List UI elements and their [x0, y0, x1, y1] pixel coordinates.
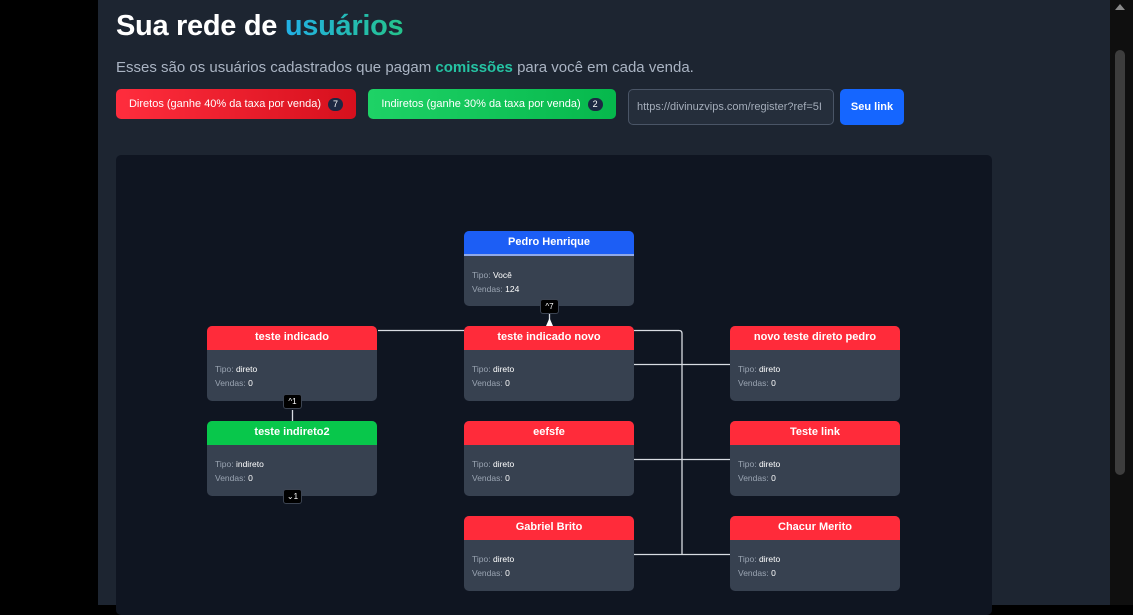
copy-referral-link-button[interactable]: Seu link	[840, 89, 904, 125]
node-sales-label: Vendas:	[472, 284, 503, 294]
tree-node-self[interactable]: Pedro Henrique Tipo: Você Vendas: 124	[464, 231, 634, 306]
tree-node-indirect[interactable]: teste indireto2 Tipo: indireto Vendas: 0	[207, 421, 377, 496]
page-title-main: Sua rede de	[116, 10, 285, 42]
tree-node-name: novo teste direto pedro	[730, 326, 900, 350]
subtitle-text-after: para você em cada venda.	[512, 59, 694, 76]
node-sales-value: 0	[771, 473, 776, 483]
tree-node-name: teste indicado	[207, 326, 377, 350]
node-sales-label: Vendas:	[215, 378, 246, 388]
node-type-label: Tipo:	[738, 364, 757, 374]
tree-node-direct[interactable]: Chacur Merito Tipo: direto Vendas: 0	[730, 516, 900, 591]
node-type-label: Tipo:	[472, 459, 491, 469]
tree-node-direct[interactable]: Teste link Tipo: direto Vendas: 0	[730, 421, 900, 496]
expand-collapse-toggle-teste-indireto2[interactable]: ⌄1	[283, 489, 302, 504]
tree-node-name: Teste link	[730, 421, 900, 445]
node-type-value: direto	[758, 459, 781, 469]
tree-node-direct[interactable]: Gabriel Brito Tipo: direto Vendas: 0	[464, 516, 634, 591]
subtitle-accent: comissões	[435, 59, 513, 76]
indirect-users-count-badge: 2	[587, 97, 603, 111]
page-title-accent: usuários	[284, 10, 404, 42]
tree-node-name: Chacur Merito	[730, 516, 900, 540]
node-type-value: direto	[492, 364, 515, 374]
page-subtitle: Esses são os usuários cadastrados que pa…	[116, 59, 694, 76]
node-sales-value: 0	[505, 378, 510, 388]
scrollbar-thumb[interactable]	[1115, 50, 1125, 475]
node-sales-label: Vendas:	[738, 568, 769, 578]
referral-tree-panel[interactable]: Pedro Henrique Tipo: Você Vendas: 124 ^7…	[116, 155, 992, 615]
expand-collapse-toggle-root[interactable]: ^7	[540, 299, 559, 314]
connector-arrow-icon	[546, 318, 553, 326]
node-sales-label: Vendas:	[738, 473, 769, 483]
indirect-users-label: Indiretos (ganhe 30% da taxa por venda)	[381, 98, 581, 110]
tree-node-name: teste indireto2	[207, 421, 377, 445]
subtitle-text-before: Esses são os usuários cadastrados que pa…	[116, 59, 436, 76]
page-title: Sua rede de usuários	[116, 10, 404, 43]
direct-users-label: Diretos (ganhe 40% da taxa por venda)	[128, 98, 321, 110]
node-type-value: Você	[492, 270, 512, 280]
node-type-label: Tipo:	[738, 554, 757, 564]
tree-node-name: Gabriel Brito	[464, 516, 634, 540]
tree-node-name: teste indicado novo	[464, 326, 634, 350]
node-sales-label: Vendas:	[738, 378, 769, 388]
node-sales-label: Vendas:	[472, 473, 503, 483]
node-type-label: Tipo:	[215, 364, 234, 374]
node-sales-value: 0	[771, 378, 776, 388]
node-type-label: Tipo:	[738, 459, 757, 469]
node-type-value: indireto	[235, 459, 264, 469]
node-sales-label: Vendas:	[472, 568, 503, 578]
node-type-label: Tipo:	[215, 459, 234, 469]
tree-node-direct[interactable]: teste indicado Tipo: direto Vendas: 0	[207, 326, 377, 401]
node-sales-value: 0	[248, 473, 253, 483]
tree-node-name: Pedro Henrique	[464, 231, 634, 256]
node-sales-label: Vendas:	[472, 378, 503, 388]
scroll-up-arrow-icon[interactable]	[1115, 4, 1125, 10]
vertical-scrollbar[interactable]	[1110, 0, 1133, 605]
tree-node-direct[interactable]: novo teste direto pedro Tipo: direto Ven…	[730, 326, 900, 401]
node-type-label: Tipo:	[472, 364, 491, 374]
node-sales-value: 0	[248, 378, 253, 388]
expand-collapse-toggle-teste-indicado[interactable]: ^1	[283, 394, 302, 409]
direct-users-filter[interactable]: Diretos (ganhe 40% da taxa por venda) 7	[116, 89, 356, 119]
node-sales-value: 0	[505, 568, 510, 578]
tree-node-direct[interactable]: eefsfe Tipo: direto Vendas: 0	[464, 421, 634, 496]
node-sales-value: 124	[505, 284, 520, 294]
node-sales-label: Vendas:	[215, 473, 246, 483]
node-sales-value: 0	[505, 473, 510, 483]
node-type-value: direto	[492, 459, 515, 469]
tree-node-direct[interactable]: teste indicado novo Tipo: direto Vendas:…	[464, 326, 634, 401]
node-type-value: direto	[492, 554, 515, 564]
indirect-users-filter[interactable]: Indiretos (ganhe 30% da taxa por venda) …	[368, 89, 616, 119]
node-type-value: direto	[758, 554, 781, 564]
node-sales-value: 0	[771, 568, 776, 578]
node-type-label: Tipo:	[472, 270, 491, 280]
node-type-value: direto	[235, 364, 258, 374]
direct-users-count-badge: 7	[328, 97, 343, 111]
node-type-value: direto	[758, 364, 781, 374]
referral-link-input[interactable]	[628, 89, 834, 125]
tree-node-name: eefsfe	[464, 421, 634, 445]
node-type-label: Tipo:	[472, 554, 491, 564]
